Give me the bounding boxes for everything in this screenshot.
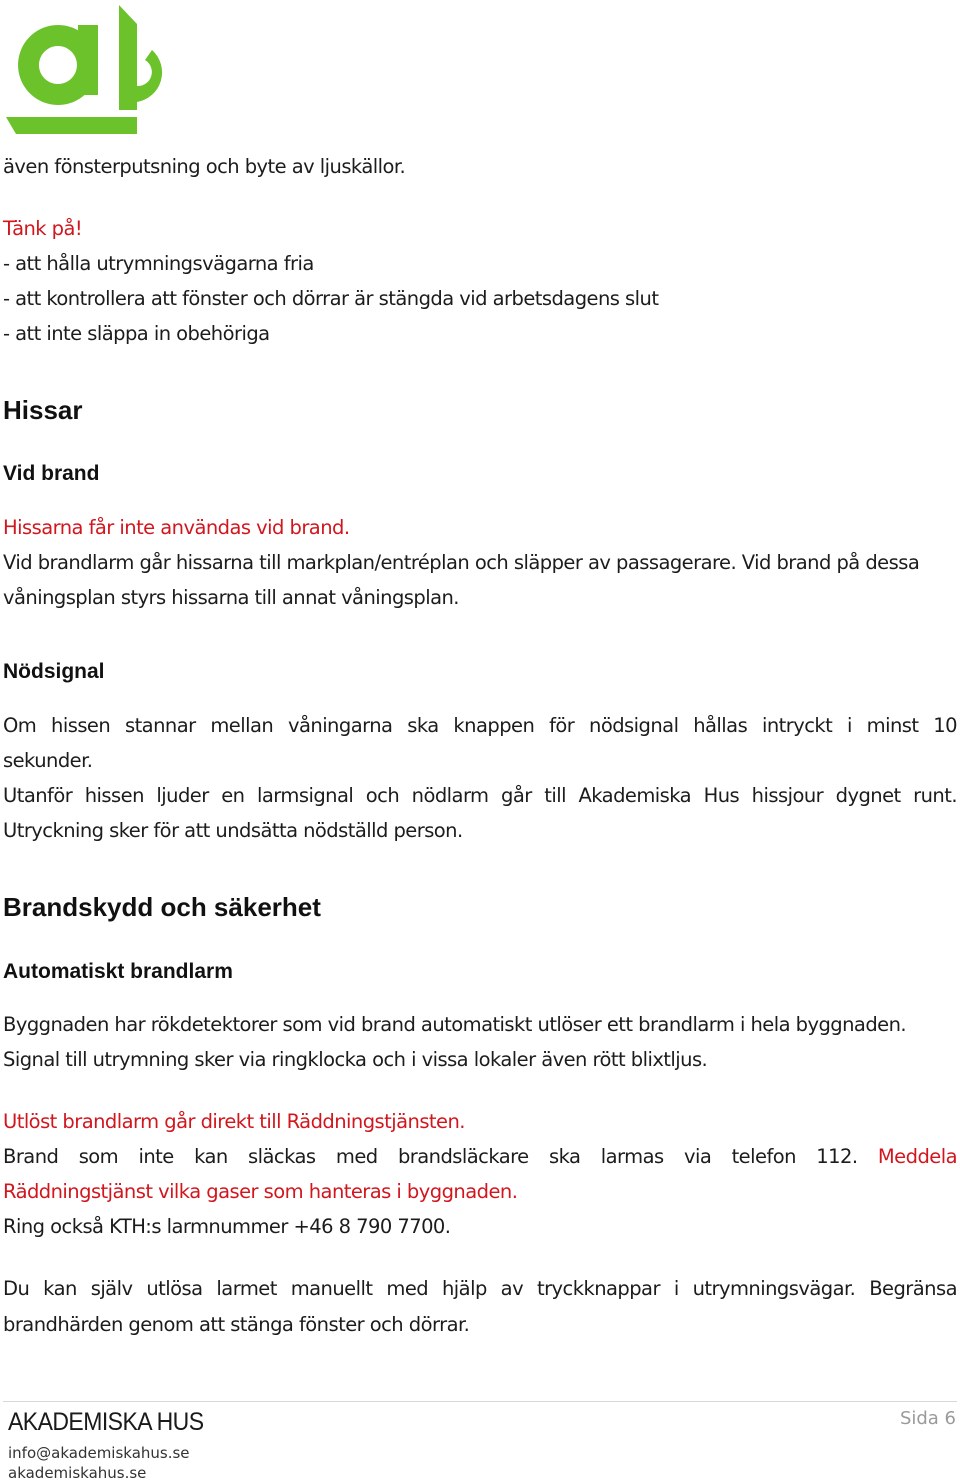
emergency-text-line: Om hissen stannar mellan våningarna ska … (3, 714, 958, 737)
subheading-fire: Vid brand (3, 462, 100, 485)
alarm-text-line: Byggnaden har rökdetektorer som vid bran… (3, 1013, 907, 1036)
intro-text: även fönsterputsning och byte av ljuskäl… (3, 155, 406, 178)
reminder-item: - att inte släppa in obehöriga (3, 322, 270, 345)
emergency-text-line: sekunder. (3, 749, 93, 772)
subheading-emergency-signal: Nödsignal (3, 660, 105, 683)
reminder-item: - att hålla utrymningsvägarna fria (3, 252, 314, 275)
footer-email[interactable]: info@akademiskahus.se (8, 1444, 190, 1462)
kth-alarm-number: Ring också KTH:s larmnummer +46 8 790 77… (3, 1215, 451, 1238)
akademiska-hus-logo (6, 5, 163, 134)
notify-text-line: Räddningstjänst vilka gaser som hanteras… (3, 1180, 518, 1203)
footer-website[interactable]: akademiskahus.se (8, 1464, 146, 1482)
notify-text: Meddela (877, 1145, 958, 1168)
section-heading-elevators: Hissar (3, 395, 83, 425)
elevator-fire-text-line: våningsplan styrs hissarna till annat vå… (3, 586, 459, 609)
reminder-item: - att kontrollera att fönster och dörrar… (3, 287, 659, 310)
subheading-automatic-alarm: Automatiskt brandlarm (3, 960, 233, 983)
page-number: Sida 6 (899, 1408, 956, 1429)
footer-company-name: AKADEMISKA HUS (8, 1408, 204, 1436)
section-heading-fire-safety: Brandskydd och säkerhet (3, 892, 321, 922)
elevator-fire-warning: Hissarna får inte användas vid brand. (3, 516, 350, 539)
call-112-text: Brand som inte kan släckas med brandsläc… (3, 1145, 858, 1168)
footer-divider (3, 1401, 957, 1402)
alarm-text-line: Brand som inte kan släckas med brandsläc… (3, 1145, 958, 1168)
emergency-text-line: Utanför hissen ljuder en larmsignal och … (3, 784, 958, 807)
alarm-text-line: Signal till utrymning sker via ringklock… (3, 1048, 708, 1071)
elevator-fire-text-line: Vid brandlarm går hissarna till markplan… (3, 551, 920, 574)
emergency-text-line: Utryckning sker för att undsätta nödstäl… (3, 819, 463, 842)
reminder-title: Tänk på! (3, 217, 83, 240)
manual-alarm-text-line: Du kan själv utlösa larmet manuellt med … (3, 1277, 958, 1300)
manual-alarm-text-line: brandhärden genom att stänga fönster och… (3, 1313, 470, 1336)
alarm-alert: Utlöst brandlarm går direkt till Räddnin… (3, 1110, 465, 1133)
